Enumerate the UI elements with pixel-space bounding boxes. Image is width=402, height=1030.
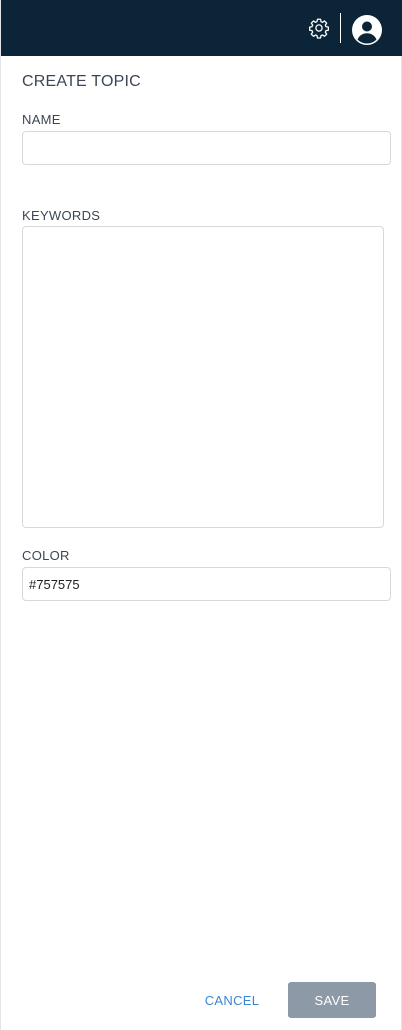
color-input[interactable] — [22, 567, 391, 601]
create-topic-panel: CREATE TOPIC NAME KEYWORDS COLOR CANCEL … — [0, 0, 402, 1030]
save-button[interactable]: SAVE — [288, 982, 376, 1018]
user-circle-icon — [352, 15, 382, 45]
settings-button[interactable] — [306, 15, 332, 41]
keywords-label: KEYWORDS — [22, 208, 101, 223]
keywords-textarea[interactable] — [22, 226, 384, 528]
top-bar — [1, 0, 402, 56]
name-input[interactable] — [22, 131, 391, 165]
account-button[interactable] — [351, 14, 383, 46]
color-label: COLOR — [22, 548, 70, 563]
page-title: CREATE TOPIC — [22, 73, 141, 90]
topbar-divider — [340, 13, 341, 43]
name-label: NAME — [22, 112, 61, 127]
gear-icon — [309, 18, 329, 39]
cancel-button[interactable]: CANCEL — [197, 982, 267, 1018]
